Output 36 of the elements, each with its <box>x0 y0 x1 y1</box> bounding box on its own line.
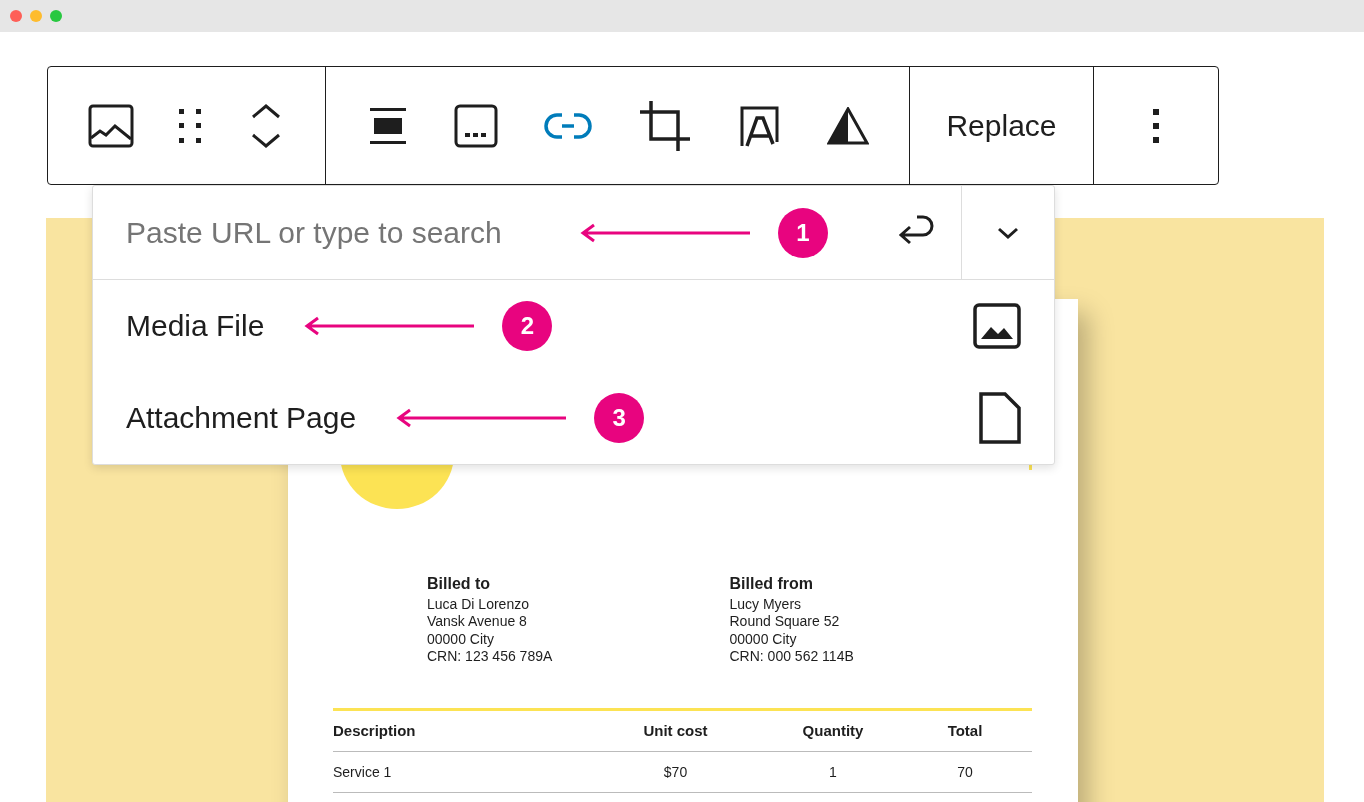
move-down-icon[interactable] <box>251 132 281 149</box>
link-option[interactable]: Attachment Page 3 <box>93 372 1054 464</box>
move-up-icon[interactable] <box>251 102 281 119</box>
align-icon[interactable] <box>368 105 408 146</box>
caption-icon[interactable] <box>454 103 499 148</box>
table-cell-text: 70 <box>956 763 974 780</box>
column-header: Quantity <box>801 722 865 739</box>
crop-icon[interactable] <box>638 99 691 152</box>
document-icon <box>979 392 1021 444</box>
column-header: Description <box>333 722 417 739</box>
link-icon[interactable] <box>544 110 593 141</box>
table-cell-text: Service 1 <box>333 763 393 780</box>
callout-badge: 3 <box>594 393 645 443</box>
table-cell-text: 1 <box>828 763 838 780</box>
column-header: Total <box>946 722 984 739</box>
replace-button[interactable]: Replace <box>946 108 1057 143</box>
party-heading: Billed from <box>729 575 815 593</box>
callout-badge: 1 <box>778 207 828 258</box>
party-heading: Billed to <box>427 575 492 593</box>
address-line: 00000 City <box>427 630 495 648</box>
search-field[interactable]: Paste URL or type to search <box>93 215 551 250</box>
link-option[interactable]: Media File 2 <box>93 280 1054 372</box>
callout-badge: 2 <box>502 301 553 351</box>
address-line: Round Square 52 <box>729 613 841 631</box>
column-header: Unit cost <box>642 722 709 739</box>
table-cell-text: $70 <box>662 763 689 780</box>
drag-handle-icon[interactable] <box>177 106 203 145</box>
address-line: 00000 City <box>729 630 798 648</box>
duotone-icon[interactable] <box>826 106 869 145</box>
address-line: Lucy Myers <box>729 595 803 613</box>
more-options-icon[interactable] <box>1152 107 1160 144</box>
image-icon <box>973 303 1021 349</box>
address-line: CRN: 123 456 789A <box>427 648 554 666</box>
address-line: CRN: 000 562 114B <box>729 648 855 666</box>
address-line: Luca Di Lorenzo <box>427 595 530 613</box>
address-line: Vansk Avenue 8 <box>427 613 528 631</box>
